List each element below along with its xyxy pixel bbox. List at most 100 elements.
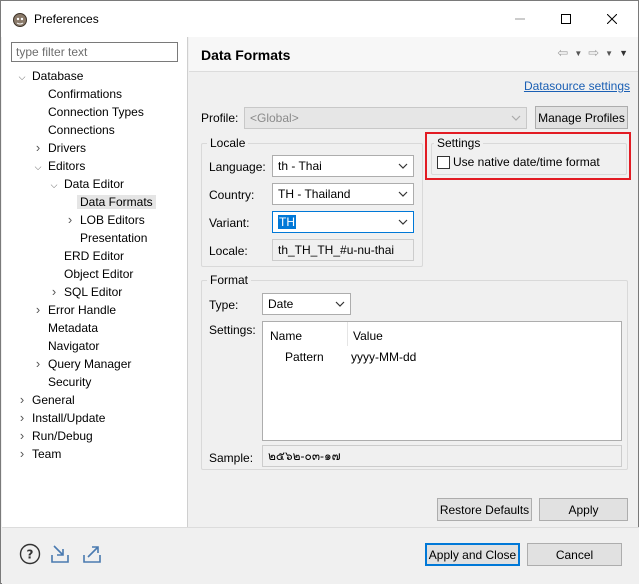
sample-field: ๒๕๖๒-๐๓-๑๗: [262, 445, 622, 467]
tree-expanded-icon[interactable]: ⌵: [32, 158, 44, 176]
tree-item[interactable]: Navigator: [32, 337, 99, 355]
profile-label: Profile:: [201, 111, 239, 125]
pane-splitter[interactable]: [187, 37, 188, 527]
row-value-cell[interactable]: yyyy-MM-dd: [351, 350, 416, 364]
format-settings-table[interactable]: Name Value Pattern yyyy-MM-dd: [262, 321, 622, 441]
history-nav: ⇦ ▼ ⇨ ▼ ▼: [557, 45, 628, 61]
tree-item-label: Connections: [48, 123, 115, 137]
filter-input[interactable]: type filter text: [11, 42, 178, 62]
tree-item[interactable]: › LOB Editors: [64, 211, 145, 229]
column-divider[interactable]: [347, 322, 348, 346]
tree-item-label: Database: [32, 69, 84, 83]
window-title: Preferences: [34, 12, 99, 26]
export-icon[interactable]: [81, 543, 103, 565]
tree-item-label: Object Editor: [64, 267, 134, 281]
forward-dropdown-icon[interactable]: ▼: [605, 45, 613, 61]
tree-item[interactable]: Connections: [32, 121, 115, 139]
chevron-down-icon: [511, 115, 521, 121]
highlight-annotation-box: [425, 132, 631, 180]
tree-item[interactable]: › SQL Editor: [48, 283, 122, 301]
variant-value: TH: [278, 215, 296, 229]
forward-arrow-icon[interactable]: ⇨: [588, 45, 599, 61]
tree-item[interactable]: Presentation: [64, 229, 147, 247]
tree-item[interactable]: Metadata: [32, 319, 98, 337]
tree-collapsed-icon[interactable]: ›: [48, 283, 60, 301]
country-value: TH - Thailand: [278, 187, 351, 201]
tree-item[interactable]: ⌵ Editors: [32, 157, 86, 176]
tree-item-label: General: [32, 393, 75, 407]
row-name-cell: Pattern: [285, 350, 324, 364]
tree-item[interactable]: Connection Types: [32, 103, 144, 121]
back-dropdown-icon[interactable]: ▼: [574, 45, 582, 61]
tree-item-label: Navigator: [48, 339, 100, 353]
close-button[interactable]: [589, 1, 635, 37]
page-title: Data Formats: [201, 47, 291, 63]
profile-value: <Global>: [250, 111, 299, 125]
cancel-button[interactable]: Cancel: [527, 543, 622, 566]
tree-item[interactable]: ⌵ Data Editor: [48, 175, 124, 193]
tree-expanded-icon[interactable]: ⌵: [48, 176, 60, 194]
column-header-value[interactable]: Value: [353, 329, 383, 343]
tree-collapsed-icon[interactable]: ›: [64, 211, 76, 229]
import-icon[interactable]: [49, 543, 71, 565]
tree-item[interactable]: › Error Handle: [32, 301, 116, 319]
tree-item-label: Editors: [48, 159, 86, 173]
page-pane: Data Formats ⇦ ▼ ⇨ ▼ ▼ Datasource settin…: [189, 37, 638, 527]
tree-item-label: Connection Types: [48, 105, 144, 119]
tree-item[interactable]: Security: [32, 373, 91, 391]
manage-profiles-button[interactable]: Manage Profiles: [535, 106, 628, 129]
tree-item[interactable]: › Run/Debug: [16, 427, 93, 445]
type-select[interactable]: Date: [262, 293, 351, 315]
title-bar: Preferences: [1, 1, 638, 37]
format-group-title: Format: [207, 273, 252, 287]
tree-item[interactable]: › Query Manager: [32, 355, 132, 373]
apply-button[interactable]: Apply: [539, 498, 628, 521]
tree-collapsed-icon[interactable]: ›: [16, 391, 28, 409]
tree-collapsed-icon[interactable]: ›: [16, 427, 28, 445]
tree-item[interactable]: ERD Editor: [48, 247, 124, 265]
tree-collapsed-icon[interactable]: ›: [32, 139, 44, 157]
tree-item[interactable]: Confirmations: [32, 85, 122, 103]
locale-field: th_TH_TH_#u-nu-thai: [272, 239, 414, 261]
tree-collapsed-icon[interactable]: ›: [16, 409, 28, 427]
tree-item[interactable]: › General: [16, 391, 75, 409]
tree-item-label: Install/Update: [32, 411, 106, 425]
maximize-button[interactable]: [543, 1, 589, 37]
locale-group-title: Locale: [207, 136, 249, 150]
tree-item[interactable]: Data Formats: [64, 193, 156, 211]
sample-label: Sample:: [209, 451, 254, 465]
language-label: Language:: [209, 160, 266, 174]
tree-collapsed-icon[interactable]: ›: [32, 301, 44, 319]
dialog-button-bar: ? Apply and Close Cancel: [2, 527, 639, 584]
table-row[interactable]: Pattern yyyy-MM-dd: [263, 346, 621, 366]
tree-item-label: Query Manager: [48, 357, 132, 371]
tree-collapsed-icon[interactable]: ›: [32, 355, 44, 373]
variant-select[interactable]: TH: [272, 211, 414, 233]
tree-item-label: Run/Debug: [32, 429, 93, 443]
back-arrow-icon[interactable]: ⇦: [557, 45, 568, 61]
tree-item-label: SQL Editor: [64, 285, 123, 299]
tree-item[interactable]: › Team: [16, 445, 62, 463]
tree-item[interactable]: › Drivers: [32, 139, 86, 157]
tree-item-label: LOB Editors: [80, 213, 145, 227]
view-menu-icon[interactable]: ▼: [619, 45, 628, 61]
language-select[interactable]: th - Thai: [272, 155, 414, 177]
tree-collapsed-icon[interactable]: ›: [16, 445, 28, 463]
tree-expanded-icon[interactable]: ⌵: [16, 68, 28, 86]
apply-and-close-button[interactable]: Apply and Close: [425, 543, 520, 566]
tree-item[interactable]: › Install/Update: [16, 409, 106, 427]
chevron-down-icon: [398, 191, 408, 197]
preference-tree-pane: type filter text ⌵ Database Confirmations C…: [2, 37, 188, 527]
restore-defaults-button[interactable]: Restore Defaults: [437, 498, 532, 521]
tree-item[interactable]: Object Editor: [48, 265, 133, 283]
chevron-down-icon: [398, 219, 408, 225]
app-icon: [13, 13, 27, 27]
tree-item-label: Data Editor: [64, 177, 125, 191]
tree-item[interactable]: ⌵ Database: [16, 67, 84, 86]
column-header-name[interactable]: Name: [270, 329, 302, 343]
minimize-button[interactable]: [497, 1, 543, 37]
svg-text:?: ?: [27, 548, 34, 562]
datasource-settings-link[interactable]: Datasource settings: [524, 79, 630, 93]
country-select[interactable]: TH - Thailand: [272, 183, 414, 205]
help-icon[interactable]: ?: [19, 543, 41, 565]
